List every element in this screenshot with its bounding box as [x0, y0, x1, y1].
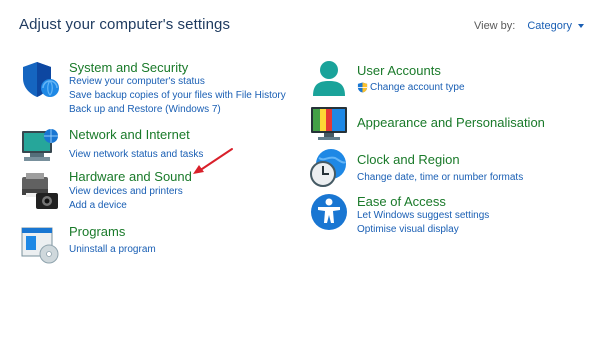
ease-of-access-title[interactable]: Ease of Access: [357, 194, 446, 209]
user-accounts-title[interactable]: User Accounts: [357, 63, 441, 78]
appearance-title[interactable]: Appearance and Personalisation: [357, 115, 545, 130]
monitor-icon[interactable]: [309, 104, 349, 144]
user-icon[interactable]: [309, 60, 349, 100]
add-device-link[interactable]: Add a device: [69, 200, 127, 211]
page-title: Adjust your computer's settings: [19, 16, 231, 33]
optimise-display-link[interactable]: Optimise visual display: [357, 224, 459, 235]
change-account-type-link[interactable]: Change account type: [370, 82, 465, 93]
chevron-down-icon[interactable]: [578, 24, 584, 28]
view-by-dropdown[interactable]: Category: [527, 20, 584, 32]
view-by: View by: Category: [474, 20, 584, 32]
annotation-arrow: [193, 148, 233, 174]
hardware-sound-title[interactable]: Hardware and Sound: [69, 169, 192, 184]
view-by-label: View by:: [473, 20, 516, 32]
uninstall-program-link[interactable]: Uninstall a program: [69, 244, 156, 255]
network-globe-icon[interactable]: [20, 127, 60, 167]
shield-icon[interactable]: [20, 60, 60, 100]
devices-printers-link[interactable]: View devices and printers: [69, 186, 183, 197]
suggest-settings-link[interactable]: Let Windows suggest settings: [357, 210, 489, 221]
clock-globe-icon[interactable]: [309, 148, 349, 188]
file-history-link[interactable]: Save backup copies of your files with Fi…: [69, 90, 286, 101]
accessibility-icon[interactable]: [309, 192, 349, 232]
review-status-link[interactable]: Review your computer's status: [69, 76, 205, 87]
programs-disc-icon[interactable]: [20, 224, 60, 264]
clock-region-title[interactable]: Clock and Region: [357, 152, 460, 167]
programs-title[interactable]: Programs: [69, 224, 125, 239]
network-internet-title[interactable]: Network and Internet: [69, 127, 190, 142]
printer-camera-icon[interactable]: [20, 169, 60, 209]
view-by-value[interactable]: Category: [527, 20, 572, 32]
uac-shield-icon: [357, 82, 368, 93]
change-date-time-link[interactable]: Change date, time or number formats: [357, 172, 523, 183]
backup-restore-link[interactable]: Back up and Restore (Windows 7): [69, 104, 221, 115]
network-status-link[interactable]: View network status and tasks: [69, 149, 203, 160]
system-security-title[interactable]: System and Security: [69, 60, 188, 75]
